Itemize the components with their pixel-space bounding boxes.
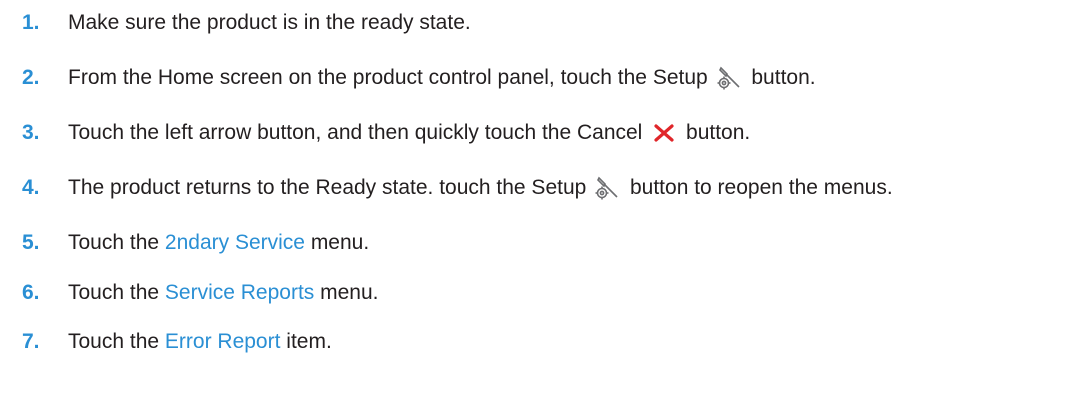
step-text: From the Home screen on the product cont…: [68, 64, 816, 92]
step-number: 4.: [22, 176, 40, 199]
step-text-before: Touch the left arrow button, and then qu…: [68, 121, 649, 144]
step-text: Make sure the product is in the ready st…: [68, 11, 471, 35]
step-text-after: button.: [680, 121, 751, 144]
step-number: 1.: [22, 11, 40, 34]
step-text: Touch the Service Reports menu.: [68, 281, 379, 305]
step-number: 5.: [22, 231, 40, 254]
step-text-before: Touch the: [68, 281, 165, 304]
step-text-content: Make sure the product is in the ready st…: [68, 11, 471, 34]
setup-wrench-gear-icon: [594, 174, 622, 202]
step-text-after: menu.: [314, 281, 379, 304]
step-text: Touch the left arrow button, and then qu…: [68, 119, 750, 147]
step-number: 2.: [22, 66, 40, 89]
cancel-x-icon: [650, 119, 678, 147]
step-text: Touch the 2ndary Service menu.: [68, 231, 369, 255]
step-text-after: menu.: [304, 231, 370, 254]
step-text: The product returns to the Ready state. …: [68, 174, 893, 202]
step-text: Touch the Error Report item.: [68, 330, 332, 354]
step-text-after: item.: [280, 330, 332, 353]
item-name-error-report: Error Report: [164, 330, 281, 353]
menu-name-service-reports: Service Reports: [164, 281, 315, 304]
step-text-after: button to reopen the menus.: [624, 176, 893, 199]
step-text-before: From the Home screen on the product cont…: [68, 66, 714, 89]
step-number: 3.: [22, 121, 40, 144]
setup-wrench-gear-icon: [716, 64, 744, 92]
menu-name-2ndary-service: 2ndary Service: [164, 231, 305, 254]
instruction-steps-list: 1. Make sure the product is in the ready…: [0, 0, 1067, 399]
step-text-before: Touch the: [68, 330, 165, 353]
step-text-before: The product returns to the Ready state. …: [68, 176, 593, 199]
step-text-before: Touch the: [68, 231, 165, 254]
step-text-after: button.: [745, 66, 816, 89]
step-number: 7.: [22, 330, 40, 353]
step-number: 6.: [22, 281, 40, 304]
